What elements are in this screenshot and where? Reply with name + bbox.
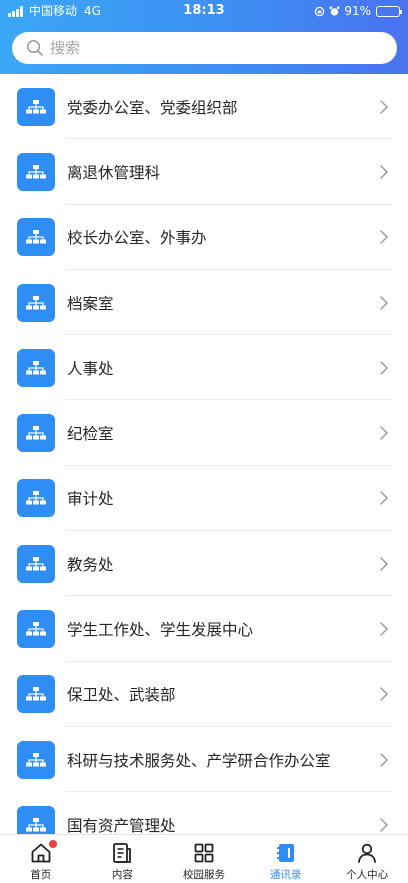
- chevron-right-icon: [380, 491, 388, 506]
- search-bar[interactable]: [12, 32, 397, 64]
- department-name: 国有资产管理处: [67, 816, 176, 834]
- department-name: 校长办公室、外事办: [67, 229, 207, 248]
- contacts-icon: [276, 844, 294, 862]
- department-name: 教务处: [67, 555, 114, 574]
- chevron-right-icon: [380, 687, 388, 702]
- tab-campus-services[interactable]: 校园服务: [163, 835, 245, 883]
- rotation-lock-icon: [315, 6, 325, 16]
- department-name: 档案室: [67, 294, 114, 313]
- department-row[interactable]: 人事处: [0, 335, 408, 401]
- org-chart-icon: [17, 544, 55, 583]
- tab-label: 校园服务: [182, 869, 225, 881]
- department-row[interactable]: 党委办公室、党委组织部: [0, 74, 408, 140]
- department-row[interactable]: 校长办公室、外事办: [0, 205, 408, 271]
- status-bar: 中国移动 4G 18:13 91%: [0, 0, 408, 22]
- department-row[interactable]: 学生工作处、学生发展中心: [0, 596, 408, 662]
- chevron-right-icon: [380, 361, 388, 375]
- org-chart-icon: [17, 740, 55, 779]
- notification-badge: [49, 840, 57, 848]
- department-name: 党委办公室、党委组织部: [67, 98, 238, 117]
- battery-icon: [376, 5, 402, 17]
- department-name: 人事处: [67, 359, 114, 378]
- status-right: 91%: [314, 0, 402, 22]
- tab-contacts[interactable]: 通讯录: [245, 835, 327, 883]
- department-row[interactable]: 离退休管理科: [0, 139, 408, 205]
- tab-content[interactable]: 内容: [82, 835, 164, 883]
- tab-label: 首页: [30, 869, 52, 881]
- org-chart-icon: [17, 610, 55, 649]
- chevron-right-icon: [380, 818, 388, 832]
- chevron-right-icon: [380, 622, 388, 636]
- department-name: 离退休管理科: [67, 163, 161, 182]
- tab-label: 内容: [111, 869, 133, 881]
- department-name: 科研与技术服务处、产学研合作办公室: [67, 751, 331, 770]
- chevron-right-icon: [380, 99, 388, 114]
- tab-profile[interactable]: 个人中心: [326, 835, 408, 883]
- org-chart-icon: [17, 675, 55, 714]
- department-row[interactable]: 教务处: [0, 531, 408, 597]
- department-row[interactable]: 国有资产管理处: [0, 792, 408, 834]
- org-chart-icon: [17, 218, 55, 257]
- content-icon: [113, 843, 132, 863]
- department-row[interactable]: 档案室: [0, 270, 408, 336]
- department-row[interactable]: 审计处: [0, 466, 408, 532]
- chevron-right-icon: [380, 165, 388, 179]
- org-chart-icon: [17, 479, 55, 518]
- org-chart-icon: [17, 283, 55, 322]
- org-chart-icon: [17, 805, 55, 834]
- tab-label: 个人中心: [346, 869, 389, 881]
- department-name: 纪检室: [67, 425, 114, 444]
- org-chart-icon: [17, 414, 55, 453]
- alarm-icon: [329, 6, 340, 16]
- department-name: 学生工作处、学生发展中心: [67, 621, 254, 640]
- department-row[interactable]: 科研与技术服务处、产学研合作办公室: [0, 727, 408, 793]
- search-icon: [26, 39, 43, 56]
- department-name: 审计处: [67, 490, 114, 509]
- chevron-right-icon: [380, 556, 388, 571]
- department-row[interactable]: 保卫处、武装部: [0, 662, 408, 728]
- department-list: 党委办公室、党委组织部 离退休管理科 校长办公室、外事办 档案室 人事处 纪检室…: [0, 74, 408, 834]
- tab-home[interactable]: 首页: [0, 835, 82, 883]
- grid-icon: [194, 843, 214, 863]
- header-bar: 中国移动 4G 18:13 91%: [0, 0, 408, 74]
- org-chart-icon: [17, 152, 55, 191]
- battery-percent: 91%: [344, 4, 371, 18]
- search-input[interactable]: [50, 39, 350, 57]
- chevron-right-icon: [380, 230, 388, 244]
- org-chart-icon: [17, 348, 55, 387]
- person-icon: [358, 843, 377, 863]
- bottom-tab-bar: 首页 内容 校园服务 通讯录 个人中心: [0, 834, 408, 883]
- org-chart-icon: [17, 87, 55, 126]
- chevron-right-icon: [380, 426, 388, 440]
- chevron-right-icon: [380, 752, 388, 767]
- chevron-right-icon: [380, 295, 388, 310]
- department-name: 保卫处、武装部: [67, 686, 176, 705]
- department-row[interactable]: 纪检室: [0, 400, 408, 467]
- tab-label: 通讯录: [269, 869, 302, 881]
